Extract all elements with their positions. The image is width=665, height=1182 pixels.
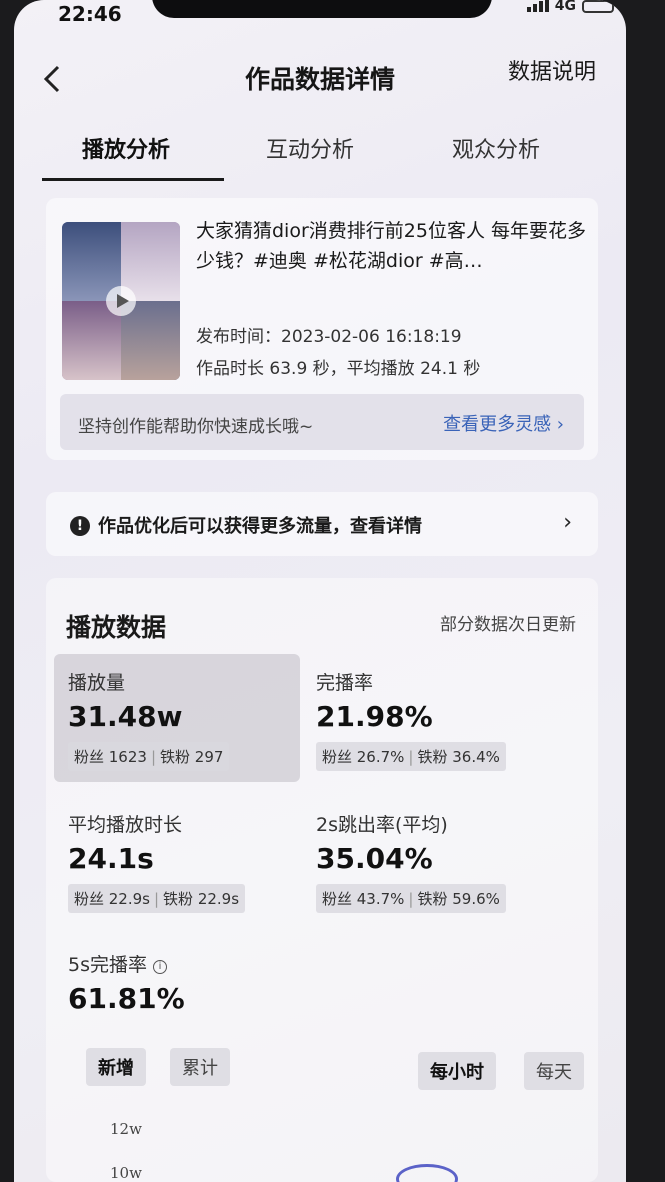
fans-value: 粉丝 43.7% — [322, 890, 405, 908]
tab-interaction-analysis[interactable]: 互动分析 — [266, 132, 354, 164]
metric-value: 61.81% — [68, 982, 185, 1015]
iron-fans-value: 铁粉 297 — [160, 748, 224, 766]
section-title: 播放数据 — [66, 613, 167, 642]
inspiration-text: 坚持创作能帮助你快速成长哦~ — [78, 417, 314, 437]
network-label: 4G — [554, 0, 576, 14]
metric-breakdown: 粉丝 43.7% | 铁粉 59.6% — [316, 884, 506, 913]
granularity-tab-daily[interactable]: 每天 — [524, 1052, 584, 1090]
iron-fans-value: 铁粉 22.9s — [163, 890, 240, 908]
active-tab-indicator — [42, 178, 224, 181]
signal-icon — [526, 0, 549, 12]
metric-value: 21.98% — [316, 700, 433, 733]
metric-label: 完播率 — [316, 672, 374, 694]
update-note: 部分数据次日更新 — [440, 615, 576, 635]
play-icon — [106, 286, 136, 316]
mode-tab-new[interactable]: 新增 — [86, 1048, 146, 1086]
exclamation-icon: ! — [70, 516, 90, 536]
play-data-card: 播放数据 部分数据次日更新 播放量 31.48w 粉丝 1623 | 铁粉 297 … — [46, 578, 598, 1182]
fans-value: 粉丝 26.7% — [322, 748, 405, 766]
metric-breakdown: 粉丝 1623 | 铁粉 297 — [68, 742, 230, 771]
fans-value: 粉丝 22.9s — [74, 890, 150, 908]
tab-audience-analysis[interactable]: 观众分析 — [452, 132, 540, 164]
granularity-tab-hourly[interactable]: 每小时 — [418, 1052, 496, 1090]
status-bar-right: 4G — [526, 0, 614, 14]
mode-tab-cumulative[interactable]: 累计 — [170, 1048, 230, 1086]
metric-2s-bounce-rate[interactable]: 2s跳出率(平均) 35.04% 粉丝 43.7% | 铁粉 59.6% — [302, 796, 548, 924]
metric-completion-rate[interactable]: 完播率 21.98% 粉丝 26.7% | 铁粉 36.4% — [302, 654, 548, 782]
metric-label: 播放量 — [68, 672, 126, 694]
metric-label: 5s完播率 — [68, 954, 147, 976]
metric-label: 2s跳出率(平均) — [316, 814, 448, 836]
fans-value: 粉丝 1623 — [74, 748, 147, 766]
battery-icon — [582, 0, 614, 13]
analysis-tabs: 播放分析 互动分析 观众分析 — [14, 120, 626, 190]
optimize-text: 作品优化后可以获得更多流量，查看详情 — [98, 516, 422, 537]
duration-info: 作品时长 63.9 秒，平均播放 24.1 秒 — [196, 359, 481, 379]
metric-avg-play-duration[interactable]: 平均播放时长 24.1s 粉丝 22.9s | 铁粉 22.9s — [54, 796, 300, 924]
work-title: 大家猜猜dior消费排行前25位客人 每年要花多少钱？#迪奥 #松花湖dior … — [196, 220, 586, 272]
info-icon[interactable]: i — [153, 960, 167, 974]
phone-screen: 22:46 4G 作品数据详情 数据说明 播放分析 互动分析 观众分析 大家猜猜… — [14, 0, 626, 1182]
metric-label: 平均播放时长 — [68, 814, 183, 836]
metric-5s-completion-rate[interactable]: 5s完播率 i 61.81% — [54, 936, 300, 1016]
y-axis-tick: 12w — [110, 1120, 142, 1138]
chevron-right-icon: › — [563, 510, 572, 535]
metric-breakdown: 粉丝 22.9s | 铁粉 22.9s — [68, 884, 246, 913]
video-thumbnail[interactable] — [62, 222, 180, 380]
metric-breakdown: 粉丝 26.7% | 铁粉 36.4% — [316, 742, 506, 771]
inspiration-bar: 坚持创作能帮助你快速成长哦~ 查看更多灵感 › — [60, 394, 584, 450]
metric-play-count[interactable]: 播放量 31.48w 粉丝 1623 | 铁粉 297 — [54, 654, 300, 782]
chart-line-segment — [396, 1164, 458, 1182]
iron-fans-value: 铁粉 59.6% — [417, 890, 500, 908]
top-bar: 作品数据详情 数据说明 — [14, 40, 626, 110]
y-axis-tick: 10w — [110, 1164, 142, 1182]
data-explanation-link[interactable]: 数据说明 — [508, 54, 596, 86]
notch — [152, 0, 492, 18]
metric-value: 31.48w — [68, 700, 183, 733]
tab-play-analysis[interactable]: 播放分析 — [82, 132, 170, 164]
metric-value: 35.04% — [316, 842, 433, 875]
more-inspiration-link[interactable]: 查看更多灵感 › — [443, 410, 564, 436]
metric-label-wrap: 5s完播率 i — [68, 950, 167, 977]
metric-value: 24.1s — [68, 842, 154, 875]
publish-time: 发布时间：2023-02-06 16:18:19 — [196, 327, 462, 347]
work-info-card[interactable]: 大家猜猜dior消费排行前25位客人 每年要花多少钱？#迪奥 #松花湖dior … — [46, 198, 598, 460]
iron-fans-value: 铁粉 36.4% — [417, 748, 500, 766]
status-time: 22:46 — [58, 2, 122, 26]
optimize-notice[interactable]: ! 作品优化后可以获得更多流量，查看详情 › — [46, 492, 598, 556]
